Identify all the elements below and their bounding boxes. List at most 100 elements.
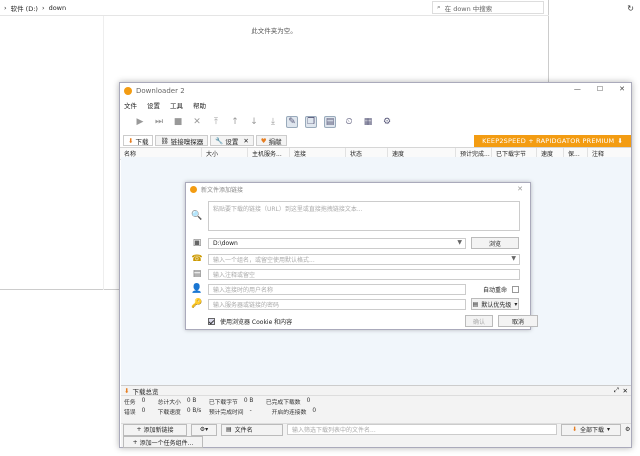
breadcrumb-drive[interactable]: 软件 (D:)	[11, 3, 38, 13]
url-placeholder: 粘贴要下载的链接（URL）到这里或直接拖拽链接文本...	[213, 206, 363, 213]
menu-file[interactable]: 文件	[124, 100, 137, 110]
footer-row: 使用浏览器 Cookie 和内容 确认 取消	[191, 315, 538, 327]
stat-label: 开启的连接数	[271, 409, 307, 416]
download-all-button[interactable]: ⬇ 全部下载 ▾	[561, 423, 621, 436]
maximize-icon[interactable]: ☐	[597, 85, 603, 93]
stop-icon[interactable]: ■	[172, 116, 184, 128]
settings-icon[interactable]: ⚙	[625, 426, 630, 433]
move-up-icon[interactable]: ↑	[229, 116, 241, 128]
stat-value: -	[249, 408, 252, 414]
summary-panel: ⬇ 下载总览 ⤢ ✕ 任务 0 总计大小 0 B 已下载字节 0 B 已完成下载…	[121, 385, 631, 448]
password-input[interactable]: 输入服务器或链接的密码	[208, 298, 466, 310]
category-row: ☎ 输入一个组名，或留空使用默认格式... ▼	[191, 253, 520, 265]
tab-link-sniffer[interactable]: ⛓ 链接嗅探器	[155, 135, 209, 146]
close-panel-icon[interactable]: ✕	[623, 387, 628, 395]
explorer-search[interactable]: ⌕ 在 down 中搜索	[432, 1, 544, 14]
close-icon[interactable]: ✕	[619, 85, 625, 93]
username-input[interactable]: 输入连接时的用户名称	[208, 283, 466, 295]
cookie-checkbox[interactable]	[208, 317, 215, 325]
close-icon[interactable]: ✕	[517, 185, 523, 193]
stat-label: 已完成下载数	[265, 399, 301, 406]
plus-icon: +	[136, 426, 142, 433]
filename-filter-button[interactable]: ▤ 文件名	[221, 423, 283, 436]
move-top-icon[interactable]: ⤒	[210, 116, 222, 128]
breadcrumb-folder[interactable]: down	[49, 4, 67, 12]
filter-placeholder: 输入筛选下载列表中的文件名...	[292, 427, 376, 434]
heart-icon: ♥	[260, 136, 267, 145]
close-tab-icon[interactable]: ✕	[243, 137, 248, 145]
connection-dropdown[interactable]: ⚙▾	[191, 423, 217, 436]
user-row: 👤 输入连接时的用户名称 自动重命	[191, 283, 519, 295]
download-icon: ⬇	[617, 137, 623, 145]
save-path-select[interactable]: D:\down ▼	[208, 237, 466, 249]
start-icon[interactable]: ▶	[134, 116, 146, 128]
tab-downloads[interactable]: ⬇ 下载	[123, 135, 154, 146]
search-icon: ⌕	[437, 3, 441, 11]
tab-label: 链接嗅探器	[170, 137, 204, 146]
filter-input[interactable]: 输入筛选下载列表中的文件名...	[287, 424, 557, 435]
navigation-pane	[0, 16, 104, 290]
premium-banner[interactable]: KEEP2SPEED + RAPIDGATOR PREMIUM ⬇	[474, 135, 631, 147]
empty-folder-message: 此文件夹为空。	[251, 27, 297, 35]
clipboard-icon[interactable]: ▤	[324, 116, 336, 128]
stat-value: 0	[306, 398, 311, 404]
category-select[interactable]: 输入一个组名，或留空使用默认格式... ▼	[208, 253, 520, 265]
toolbar: ▶ ⏭ ■ ✕ ⤒ ↑ ↓ ⤓ ✎ ❐ ▤ ⏲ ▦ ⚙	[120, 110, 631, 134]
add-link-button[interactable]: + 添加新链接	[123, 423, 187, 436]
app-logo-icon	[124, 87, 132, 95]
move-down-icon[interactable]: ↓	[248, 116, 260, 128]
title-bar: Downloader 2	[120, 83, 631, 99]
stat-value: 0	[312, 408, 317, 414]
menu-help[interactable]: 帮助	[193, 100, 206, 110]
delete-icon[interactable]: ✕	[191, 116, 203, 128]
url-textarea[interactable]: 粘贴要下载的链接（URL）到这里或直接拖拽链接文本...	[208, 201, 520, 231]
move-bottom-icon[interactable]: ⤓	[267, 116, 279, 128]
search-placeholder: 在 down 中搜索	[444, 4, 493, 13]
expand-icon[interactable]: ⤢	[614, 386, 619, 395]
auto-rename-label: 自动重命	[482, 286, 507, 294]
ok-button[interactable]: 确认	[465, 315, 493, 327]
stat-label: 已下载字节	[208, 399, 238, 406]
menu-tools[interactable]: 工具	[170, 100, 183, 110]
chevron-right-icon: ›	[4, 3, 7, 12]
download-icon: ⬇	[571, 426, 577, 433]
key-icon: 🔑	[191, 299, 203, 309]
dialog-title: 新文件添加链接	[201, 187, 244, 194]
tab-label: 捐献	[268, 137, 282, 146]
download-icon: ⬇	[128, 136, 134, 145]
cancel-button[interactable]: 取消	[498, 315, 538, 327]
tab-settings[interactable]: 🔧 设置 ✕	[210, 135, 254, 146]
chevron-down-icon: ▼	[511, 254, 516, 262]
add-batch-icon[interactable]: ❐	[305, 116, 317, 128]
comment-input[interactable]: 输入注释或留空	[208, 268, 520, 280]
start-all-icon[interactable]: ⏭	[153, 116, 165, 128]
priority-dropdown[interactable]: ▤ 默认优先级 ▾	[471, 298, 519, 310]
menu-bar: 文件 设置 工具 帮助	[120, 99, 631, 110]
archive-icon[interactable]: ▦	[362, 116, 374, 128]
stat-value: 0	[141, 408, 146, 414]
dialog-title-bar: 新文件添加链接	[186, 183, 530, 196]
status-toolbar: + 添加新链接 ⚙▾ ▤ 文件名 输入筛选下载列表中的文件名... ⬇ 全部下载…	[121, 423, 631, 436]
category-placeholder: 输入一个组名，或留空使用默认格式...	[213, 256, 315, 264]
username-placeholder: 输入连接时的用户名称	[213, 286, 274, 294]
scheduler-icon[interactable]: ⏲	[343, 116, 355, 128]
password-placeholder: 输入服务器或链接的密码	[213, 301, 280, 309]
stat-label: 预计完成时间	[208, 409, 244, 416]
network-icon[interactable]: ⚙	[381, 116, 393, 128]
menu-settings[interactable]: 设置	[147, 100, 160, 110]
tab-donate[interactable]: ♥ 捐献	[255, 135, 287, 146]
minimize-icon[interactable]: —	[574, 85, 581, 93]
window-controls: — ☐ ✕	[574, 85, 625, 93]
browse-button[interactable]: 浏览	[471, 237, 519, 249]
auto-rename-checkbox[interactable]	[512, 285, 519, 293]
save-path-value: D:\down	[213, 239, 238, 247]
tab-label: 下载	[135, 137, 149, 146]
add-batch-button[interactable]: + 添加一个任务组件...	[123, 436, 203, 448]
cookie-label: 使用浏览器 Cookie 和内容	[220, 318, 293, 326]
stat-value: 0 B	[243, 398, 254, 404]
stat-value: 0 B	[186, 398, 197, 404]
refresh-icon[interactable]: ↻	[627, 4, 634, 13]
promo-text: KEEP2SPEED + RAPIDGATOR PREMIUM	[482, 137, 615, 145]
add-link-icon[interactable]: ✎	[286, 116, 298, 128]
wrench-icon: 🔧	[215, 136, 224, 145]
